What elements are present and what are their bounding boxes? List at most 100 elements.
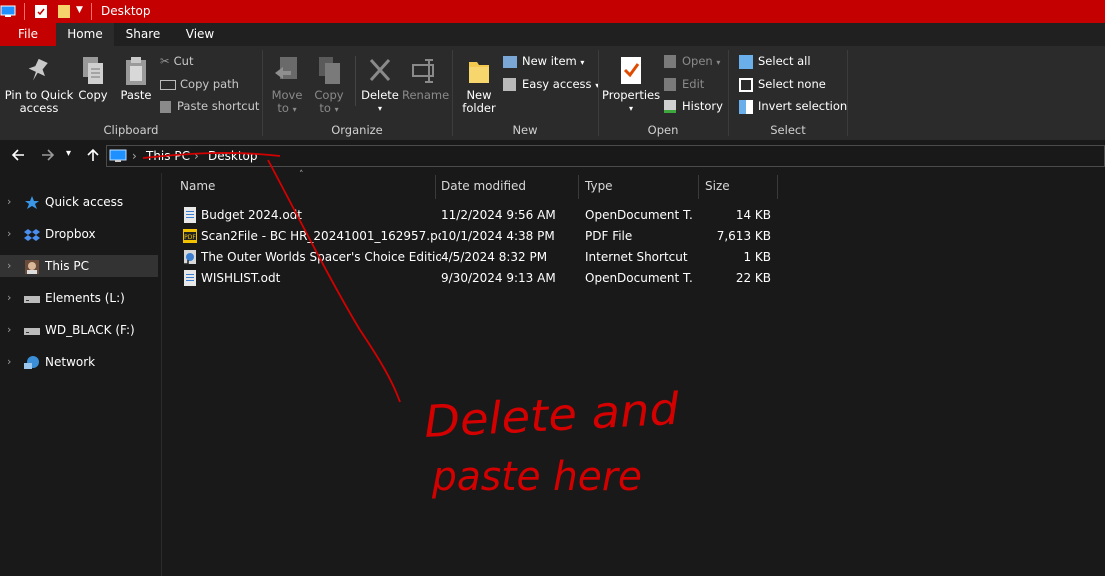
easy-access-button[interactable]: Easy access ▾ — [503, 75, 599, 93]
column-separator[interactable] — [777, 175, 778, 199]
move-to-button[interactable]: Move to ▾ — [267, 56, 307, 116]
cut-button[interactable]: ✂ Cut — [160, 52, 193, 70]
file-row[interactable]: WISHLIST.odt 9/30/2024 9:13 AM OpenDocum… — [180, 268, 780, 289]
group-separator — [847, 50, 848, 136]
app-icon[interactable] — [0, 4, 16, 21]
file-row[interactable]: The Outer Worlds Spacer's Choice Edition… — [180, 247, 780, 268]
nav-item-elements-drive[interactable]: › Elements (L:) — [0, 287, 158, 309]
copy-button[interactable]: Copy — [76, 56, 110, 102]
column-separator[interactable] — [698, 175, 699, 199]
invert-selection-button[interactable]: Invert selection — [739, 97, 847, 115]
column-separator[interactable] — [435, 175, 436, 199]
pdf-icon: PDF — [183, 228, 197, 244]
pin-to-quick-access-button[interactable]: Pin to Quick access — [4, 56, 74, 115]
group-label-clipboard: Clipboard — [103, 123, 159, 137]
move-to-label-2: to — [277, 101, 289, 115]
this-pc-icon — [109, 148, 127, 167]
open-button[interactable]: Open ▾ — [664, 52, 720, 70]
customize-quick-access-icon[interactable]: ▼ — [76, 5, 83, 15]
tab-file[interactable]: File — [0, 23, 56, 46]
new-item-button[interactable]: New item ▾ — [503, 52, 584, 70]
invert-selection-icon — [739, 99, 753, 114]
select-none-button[interactable]: Select none — [739, 75, 826, 93]
copy-to-label-2-wrap: to ▾ — [309, 102, 349, 116]
column-header-size[interactable]: Size — [705, 173, 777, 200]
new-folder-label-2: folder — [462, 101, 496, 115]
expand-chevron-icon[interactable]: › — [7, 319, 11, 341]
up-arrow-icon[interactable] — [85, 147, 101, 167]
move-to-label-2-wrap: to ▾ — [267, 102, 307, 116]
column-header-name[interactable]: Name — [180, 173, 435, 200]
nav-item-wd-black-drive[interactable]: › WD_BLACK (F:) — [0, 319, 158, 341]
edit-label: Edit — [682, 77, 705, 91]
group-label-open: Open — [647, 123, 679, 137]
group-label-new: New — [512, 123, 538, 137]
column-separator[interactable] — [578, 175, 579, 199]
new-folder-button[interactable]: New folder — [458, 56, 500, 115]
move-to-icon — [273, 56, 301, 89]
tab-home[interactable]: Home — [56, 23, 114, 46]
copy-label: Copy — [78, 88, 108, 102]
dropdown-arrow-icon: ▾ — [716, 58, 721, 67]
scissors-icon: ✂ — [160, 54, 170, 68]
tab-view[interactable]: View — [172, 23, 228, 46]
file-row[interactable]: Budget 2024.odt 11/2/2024 9:56 AM OpenDo… — [180, 205, 780, 226]
recent-locations-chevron-icon[interactable]: ▾ — [66, 148, 71, 159]
ribbon-tabs: File Home Share View — [0, 23, 1105, 46]
expand-chevron-icon[interactable]: › — [7, 255, 11, 277]
new-folder-quick-icon[interactable] — [57, 4, 71, 22]
history-icon — [664, 100, 676, 113]
easy-access-label: Easy access — [522, 77, 592, 91]
forward-arrow-icon[interactable] — [40, 147, 56, 167]
network-icon — [24, 355, 40, 369]
new-item-icon — [503, 55, 517, 68]
drive-icon — [24, 291, 40, 305]
odt-document-icon — [183, 270, 197, 286]
divider — [24, 3, 25, 20]
rename-button[interactable]: Rename — [402, 56, 449, 102]
invert-selection-label: Invert selection — [758, 99, 848, 113]
edit-button[interactable]: Edit — [664, 75, 704, 93]
window-title: Desktop — [101, 4, 151, 18]
file-size: 1 KB — [743, 250, 771, 264]
properties-label: Properties — [602, 88, 661, 102]
breadcrumb-this-pc[interactable]: This PC — [146, 149, 190, 163]
expand-chevron-icon[interactable]: › — [7, 287, 11, 309]
nav-item-dropbox[interactable]: › Dropbox — [0, 223, 158, 245]
paste-shortcut-label: Paste shortcut — [177, 99, 260, 113]
breadcrumb-desktop[interactable]: Desktop — [208, 149, 258, 163]
expand-chevron-icon[interactable]: › — [7, 351, 11, 373]
column-header-type[interactable]: Type — [585, 173, 698, 200]
address-bar[interactable]: › This PC › Desktop — [106, 145, 1105, 167]
back-arrow-icon[interactable] — [10, 147, 26, 167]
properties-quick-icon[interactable] — [34, 4, 48, 22]
delete-button[interactable]: Delete ▾ — [360, 56, 400, 115]
expand-chevron-icon[interactable]: › — [7, 223, 11, 245]
copy-to-button[interactable]: Copy to ▾ — [309, 56, 349, 116]
copy-path-icon — [160, 79, 176, 90]
file-name: Budget 2024.odt — [201, 208, 302, 222]
dropdown-arrow-icon: ▾ — [334, 105, 339, 114]
file-name: The Outer Worlds Spacer's Choice Edition — [201, 250, 441, 264]
nav-item-network[interactable]: › Network — [0, 351, 158, 373]
cut-label: Cut — [173, 54, 194, 68]
nav-label: This PC — [45, 259, 89, 273]
column-header-label: Name — [180, 179, 216, 193]
properties-button[interactable]: Properties ▾ — [602, 56, 660, 115]
nav-item-quick-access[interactable]: › Quick access — [0, 191, 158, 213]
copy-path-button[interactable]: Copy path — [160, 75, 239, 93]
pin-label-2: access — [19, 101, 59, 115]
column-header-label: Type — [585, 179, 613, 193]
history-button[interactable]: History — [664, 97, 723, 115]
paste-button[interactable]: Paste — [118, 56, 154, 102]
paste-shortcut-button[interactable]: Paste shortcut — [160, 97, 259, 115]
nav-item-this-pc[interactable]: › This PC — [0, 255, 158, 277]
clipboard-icon — [123, 56, 149, 89]
dropdown-arrow-icon: ▾ — [628, 104, 633, 113]
file-row[interactable]: PDF Scan2File - BC HR_20241001_162957.pd… — [180, 226, 780, 247]
column-header-date[interactable]: Date modified — [441, 173, 578, 200]
select-all-button[interactable]: Select all — [739, 52, 811, 70]
tab-share[interactable]: Share — [114, 23, 172, 46]
expand-chevron-icon[interactable]: › — [7, 191, 11, 213]
divider — [355, 56, 356, 106]
